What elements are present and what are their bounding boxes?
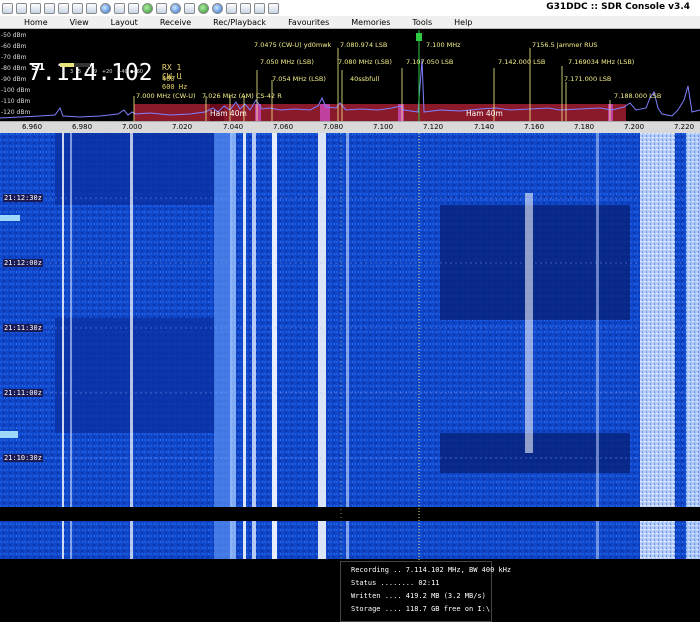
menu-receive[interactable]: Receive — [160, 18, 191, 27]
waterfall-display[interactable]: 21:12:30z 21:12:00z 21:11:30z 21:11:00z … — [0, 133, 700, 569]
dbm-label: -60 dBm — [1, 43, 27, 50]
marker-label[interactable]: 7156.5 Jammer RUS — [532, 41, 598, 49]
freq-tick-label: 6.980 — [71, 123, 93, 131]
tuned-marker-handle[interactable] — [416, 33, 422, 41]
marker-label[interactable]: 7.080.974 LSB — [340, 41, 387, 49]
spectrum-display[interactable]: -50 dBm -60 dBm -70 dBm -80 dBm -90 dBm … — [0, 30, 700, 121]
globe-icon[interactable] — [100, 2, 111, 14]
marker-label[interactable]: 7.171.000 LSB — [564, 75, 611, 83]
band-label: Ham 40m — [210, 109, 247, 118]
dbm-label: -100 dBm — [1, 87, 31, 94]
record-icon[interactable] — [44, 2, 55, 14]
freq-tick-label: 7.080 — [322, 123, 344, 131]
panel-icon[interactable] — [240, 2, 251, 14]
settings-icon[interactable] — [184, 2, 195, 14]
bandwidth-label: 400 - 600 Hz — [162, 75, 188, 91]
menu-view[interactable]: View — [70, 18, 89, 27]
marker-label[interactable]: 7.169034 MHz (LSB) — [568, 58, 634, 66]
freq-tick-label: 7.160 — [523, 123, 545, 131]
calendar-icon[interactable] — [226, 2, 237, 14]
marker-label[interactable]: 7.0475 (CW-U) yd0mwk — [254, 41, 331, 49]
marker-label[interactable]: 7.026 MHz (AM) CS-42 R — [202, 92, 282, 100]
save-icon[interactable] — [30, 2, 41, 14]
timestamp-label: 21:12:30z — [3, 194, 43, 202]
frequency-readout: 7.114.102 RX 1 CW-U 400 - 600 Hz — [28, 60, 196, 106]
dbm-label: -50 dBm — [1, 32, 27, 39]
menu-tools[interactable]: Tools — [412, 18, 432, 27]
menu-help[interactable]: Help — [454, 18, 472, 27]
freq-tick-label: 7.200 — [623, 123, 645, 131]
band-overlay-mark — [320, 104, 330, 121]
freq-tick-label: 7.180 — [573, 123, 595, 131]
open-icon[interactable] — [16, 2, 27, 14]
layout-icon[interactable] — [254, 2, 265, 14]
marker-label[interactable]: 7.100 MHz — [426, 41, 461, 49]
freq-tick-label: 7.120 — [422, 123, 444, 131]
dbm-label: -120 dBm — [1, 109, 31, 116]
lock-icon[interactable] — [58, 2, 69, 14]
rx-label: RX — [162, 63, 172, 72]
marker-label[interactable]: 7.107.050 LSB — [406, 58, 453, 66]
timestamp-label: 21:10:30z — [3, 454, 43, 462]
menu-memories[interactable]: Memories — [351, 18, 390, 27]
menu-rec-playback[interactable]: Rec/Playback — [213, 18, 266, 27]
green-dot-icon[interactable] — [198, 2, 209, 14]
dbm-label: -80 dBm — [1, 65, 27, 72]
grid-icon[interactable] — [128, 2, 139, 14]
freq-tick-label: 7.000 — [121, 123, 143, 131]
freq-tick-label: 7.140 — [473, 123, 495, 131]
smeter-reading: S1 — [31, 62, 46, 73]
storage-line: Storage .... 118.7 GB free on I:\ — [351, 605, 491, 613]
menu-layout[interactable]: Layout — [111, 18, 138, 27]
freq-tick-label: 7.100 — [372, 123, 394, 131]
blue-dot-icon[interactable] — [212, 2, 223, 14]
marker-label[interactable]: 40ssbfull — [350, 75, 379, 83]
smeter-bar — [60, 63, 90, 67]
marker-label[interactable]: 7.080 MHz (LSB) — [338, 58, 392, 66]
menu-favourites[interactable]: Favourites — [288, 18, 329, 27]
timestamp-label: 21:12:00z — [3, 259, 43, 267]
freq-tick-label: 6.960 — [21, 123, 43, 131]
camera-icon[interactable] — [72, 2, 83, 14]
status-line: Status ........ 02:11 — [351, 579, 440, 587]
recording-status-panel: Recording .. 7.114.102 MHz, BW 400 kHz S… — [340, 561, 511, 622]
freq-tick-label: 7.220 — [673, 123, 695, 131]
timestamp-label: 21:11:30z — [3, 324, 43, 332]
freq-tick-label: 7.060 — [272, 123, 294, 131]
rx-number: 1 — [176, 63, 182, 72]
monitor-icon[interactable] — [156, 2, 167, 14]
dbm-label: -70 dBm — [1, 54, 27, 61]
menu-home[interactable]: Home — [24, 18, 48, 27]
band-label: Ham 40m — [466, 109, 503, 118]
play-icon[interactable] — [142, 2, 153, 14]
marker-label[interactable]: 7.054 MHz (LSB) — [272, 75, 326, 83]
timestamp-label: 21:11:00z — [3, 389, 43, 397]
window-title: G31DDC :: SDR Console v3.4 — [546, 2, 690, 12]
quick-access-toolbar — [0, 0, 280, 16]
dbm-label: -90 dBm — [1, 76, 27, 83]
layout-dropdown-icon[interactable] — [268, 2, 279, 14]
new-icon[interactable] — [2, 2, 13, 14]
info-icon[interactable] — [170, 2, 181, 14]
written-line: Written .... 419.2 MB (3.2 MB/s) — [351, 592, 486, 600]
band-overlay-mark — [608, 104, 613, 121]
waterfall-svg — [0, 133, 700, 569]
list-icon[interactable] — [114, 2, 125, 14]
menu-bar: Home View Layout Receive Rec/Playback Fa… — [0, 16, 700, 29]
recording-line: Recording .. 7.114.102 MHz, BW 400 kHz — [351, 566, 512, 574]
marker-label[interactable]: 7.050 MHz (LSB) — [260, 58, 314, 66]
undo-icon[interactable] — [86, 2, 97, 14]
marker-label[interactable]: 7.142.000 LSB — [498, 58, 545, 66]
freq-tick-label: 7.020 — [171, 123, 193, 131]
dbm-label: -110 dBm — [1, 98, 31, 105]
freq-tick-label: 7.040 — [222, 123, 244, 131]
title-bar: G31DDC :: SDR Console v3.4 — [0, 0, 700, 17]
marker-label[interactable]: 7.188.000 LSB — [614, 92, 661, 100]
band-overlay — [134, 104, 626, 121]
smeter-scale: 1 3 5 7 9 +20 +40 +60 — [62, 69, 144, 75]
